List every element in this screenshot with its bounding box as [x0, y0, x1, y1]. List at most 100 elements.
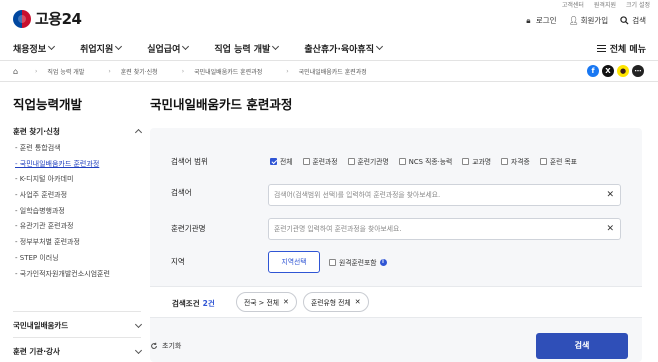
clear-icon[interactable]: ✕ — [606, 224, 614, 234]
gnb-label: 직업 능력 개발 — [214, 44, 271, 55]
user-icon: 👤︎ — [568, 16, 579, 25]
all-menu-label: 전체 메뉴 — [609, 45, 646, 55]
remote-training-checkbox[interactable]: 원격훈련포함 i — [329, 257, 387, 267]
gnb-label: 출산휴가·육아휴직 — [304, 44, 374, 55]
sidebar-submenu: - 훈련 통합검색 - 국민내일배움카드 훈련과정 - K-디지털 아카데미 -… — [13, 141, 141, 282]
lock-icon: 🔒︎ — [526, 16, 531, 25]
util-link-font-size[interactable]: 크기 설정 — [626, 0, 650, 9]
keyword-input[interactable] — [269, 185, 599, 205]
gnb-item-jobs[interactable]: 채용정보 — [13, 42, 56, 55]
search-scope-label: 검색어 범위 — [171, 157, 208, 166]
sidebar-item[interactable]: - 일학습병행과정 — [13, 204, 141, 220]
sidebar-section-label: 훈련 찾기·신청 — [13, 127, 60, 136]
scope-checkbox-institution[interactable]: 훈련기관명 — [347, 156, 389, 166]
sidebar-section-header[interactable]: 훈련 기관·강사 — [13, 346, 143, 357]
breadcrumb-item[interactable]: 국민내일배움카드 훈련과정 — [194, 67, 262, 76]
site-logo[interactable]: 고용24 — [13, 8, 82, 29]
sidebar-item[interactable]: - K-디지털 아카데미 — [13, 172, 141, 188]
scope-checkbox-ncs[interactable]: NCS 직종·능력 — [398, 156, 453, 166]
login-link[interactable]: 🔒︎ 로그인 — [524, 15, 556, 26]
kakao-icon[interactable]: ● — [617, 65, 629, 77]
x-icon[interactable]: X — [602, 65, 614, 77]
sidebar-item[interactable]: - 사업주 훈련과정 — [13, 188, 141, 204]
sidebar-item[interactable]: - 유관기관 훈련과정 — [13, 219, 141, 235]
checkbox-icon — [539, 157, 547, 165]
search-icon — [620, 16, 629, 25]
checkbox-icon — [302, 157, 310, 165]
sidebar-section-institutions: 훈련 기관·강사 — [13, 346, 143, 357]
sidebar-item[interactable]: - 국가인적자원개발컨소시엄훈련 — [13, 267, 141, 283]
home-icon[interactable]: ⌂ — [13, 67, 21, 76]
sidebar-section-header[interactable]: 국민내일배움카드 — [13, 320, 143, 331]
region-select-button[interactable]: 지역선택 — [268, 251, 320, 273]
checkbox-label: 자격증 — [511, 158, 530, 166]
search-scope-checkboxes: 전체 훈련과정 훈련기관명 NCS 직종·능력 교과명 자격증 훈련 목표 — [270, 156, 577, 166]
share-buttons: f X ● ⋯ — [587, 65, 644, 77]
chip-label: 훈련유형 전체 — [311, 299, 351, 307]
gnb-item-vocational-development[interactable]: 직업 능력 개발 — [214, 42, 280, 55]
close-icon[interactable]: ✕ — [355, 298, 361, 306]
search-conditions-bar: 검색조건 2건 전국 > 전체 ✕ 훈련유형 전체 ✕ — [150, 286, 642, 318]
util-link-remote-support[interactable]: 원격지원 — [594, 0, 616, 9]
breadcrumb-separator: › — [35, 68, 38, 75]
close-icon[interactable]: ✕ — [283, 298, 289, 306]
link-icon[interactable]: ⋯ — [632, 65, 644, 77]
taegeuk-logo-icon — [13, 9, 31, 28]
condition-chip-region[interactable]: 전국 > 전체 ✕ — [236, 292, 297, 312]
sidebar-section-header[interactable]: 훈련 찾기·신청 — [13, 126, 143, 137]
scope-checkbox-all[interactable]: 전체 — [270, 156, 293, 166]
breadcrumb-item[interactable]: 훈련 찾기·신청 — [121, 67, 158, 76]
breadcrumb-item[interactable]: 국민내일배움카드 훈련과정 — [299, 67, 367, 76]
checkbox-label: 훈련과정 — [312, 158, 338, 166]
chevron-down-icon — [272, 42, 280, 51]
info-icon[interactable]: i — [379, 258, 387, 266]
checkbox-icon — [501, 157, 509, 165]
scope-checkbox-subject[interactable]: 교과명 — [462, 156, 491, 166]
all-menu-button[interactable]: 전체 메뉴 — [596, 42, 646, 55]
scope-checkbox-certificate[interactable]: 자격증 — [501, 156, 530, 166]
gnb-label: 채용정보 — [13, 44, 47, 55]
sidebar-item[interactable]: - 훈련 통합검색 — [13, 141, 141, 157]
search-button[interactable]: 검색 — [536, 333, 628, 359]
chevron-down-icon — [182, 42, 190, 51]
conditions-count: 2건 — [202, 299, 215, 308]
checkbox-checked-icon — [270, 157, 277, 165]
gnb-item-parental-leave[interactable]: 출산휴가·육아휴직 — [304, 42, 384, 55]
chevron-down-icon — [115, 42, 123, 51]
checkbox-label: 전체 — [280, 158, 293, 166]
chevron-down-icon — [375, 42, 384, 51]
chevron-down-icon — [48, 42, 56, 51]
member-menu: 🔒︎ 로그인 👤︎ 회원가입 검색 — [524, 15, 646, 26]
page-title: 국민내일배움카드 훈련과정 — [150, 97, 293, 112]
sidebar-item[interactable]: - STEP 이러닝 — [13, 251, 141, 267]
facebook-icon[interactable]: f — [587, 65, 599, 77]
gnb-item-unemployment-benefit[interactable]: 실업급여 — [147, 42, 190, 55]
search-link[interactable]: 검색 — [620, 15, 646, 26]
scope-checkbox-goal[interactable]: 훈련 목표 — [539, 156, 577, 166]
signup-link[interactable]: 👤︎ 회원가입 — [569, 15, 609, 26]
checkbox-label: 훈련기관명 — [357, 158, 389, 166]
breadcrumb-separator: › — [108, 68, 111, 75]
sidebar-section-training-search: 훈련 찾기·신청 - 훈련 통합검색 - 국민내일배움카드 훈련과정 - K-디… — [13, 126, 143, 282]
keyword-label: 검색어 — [171, 188, 192, 197]
sidebar-item-active[interactable]: - 국민내일배움카드 훈련과정 — [13, 157, 141, 173]
clear-icon[interactable]: ✕ — [606, 190, 614, 200]
chevron-down-icon — [134, 320, 143, 328]
checkbox-label: NCS 직종·능력 — [408, 158, 453, 166]
checkbox-label: 훈련 목표 — [549, 158, 577, 166]
gnb-label: 취업지원 — [80, 44, 114, 55]
reset-button[interactable]: 초기화 — [150, 341, 181, 351]
gnb-item-employment-support[interactable]: 취업지원 — [80, 42, 123, 55]
reset-label: 초기화 — [162, 342, 182, 350]
scope-checkbox-course[interactable]: 훈련과정 — [302, 156, 338, 166]
sidebar-title: 직업능력개발 — [13, 97, 83, 112]
sidebar-item[interactable]: - 정부부처별 훈련과정 — [13, 235, 141, 251]
gnb-label: 실업급여 — [147, 44, 181, 55]
institution-input[interactable] — [269, 219, 599, 239]
util-link-customer-center[interactable]: 고객센터 — [562, 0, 584, 9]
sidebar-section-label: 국민내일배움카드 — [13, 321, 69, 330]
breadcrumb-item[interactable]: 직업 능력 개발 — [47, 67, 84, 76]
conditions-title: 검색조건 — [172, 299, 200, 308]
condition-chip-training-type[interactable]: 훈련유형 전체 ✕ — [303, 292, 369, 312]
sidebar-section-card: 국민내일배움카드 — [13, 320, 143, 331]
